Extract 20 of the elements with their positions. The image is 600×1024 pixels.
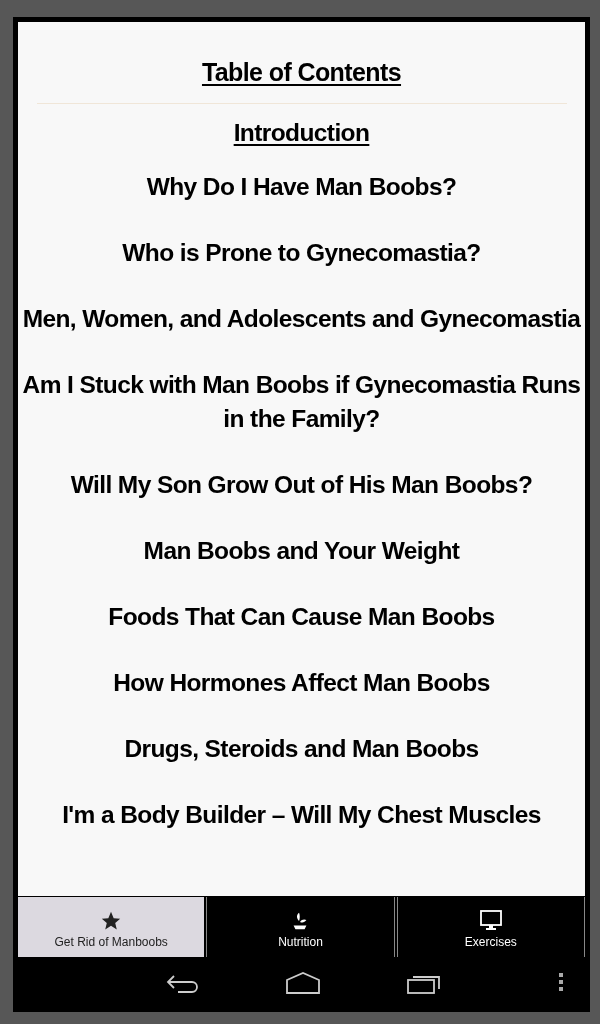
monitor-icon — [478, 909, 503, 932]
contents-entry[interactable]: Will My Son Grow Out of His Man Boobs? — [68, 468, 535, 502]
tab[interactable]: Exercises — [396, 897, 585, 957]
recents-icon[interactable] — [407, 973, 441, 995]
contents-entry[interactable]: Men, Women, and Adolescents and Gynecomastia — [20, 302, 583, 336]
home-icon[interactable] — [286, 972, 320, 994]
contents-entry[interactable]: Am I Stuck with Man Boobs if Gynecomastia Runs in the Family? — [18, 368, 585, 436]
contents-entry[interactable]: How Hormones Affect Man Boobs — [111, 666, 492, 700]
contents-entry[interactable]: Why Do I Have Man Boobs? — [144, 170, 459, 204]
tab[interactable]: Get Rid of Manboobs — [18, 897, 205, 957]
contents-entry[interactable]: Drugs, Steroids and Man Boobs — [122, 732, 481, 766]
contents-entry[interactable]: I'm a Body Builder – Will My Chest Muscles — [60, 798, 543, 832]
menu-icon[interactable] — [559, 972, 563, 992]
contents-entry[interactable]: Man Boobs and Your Weight — [141, 534, 462, 568]
contents-link[interactable]: Introduction — [231, 116, 372, 150]
contents-entry[interactable]: Who is Prone to Gynecomastia? — [120, 236, 483, 270]
tab[interactable]: Nutrition — [206, 897, 395, 957]
contents-entry[interactable]: Foods That Can Cause Man Boobs — [106, 600, 497, 634]
page-title: Table of Contents — [201, 57, 402, 88]
back-icon[interactable] — [166, 973, 200, 995]
